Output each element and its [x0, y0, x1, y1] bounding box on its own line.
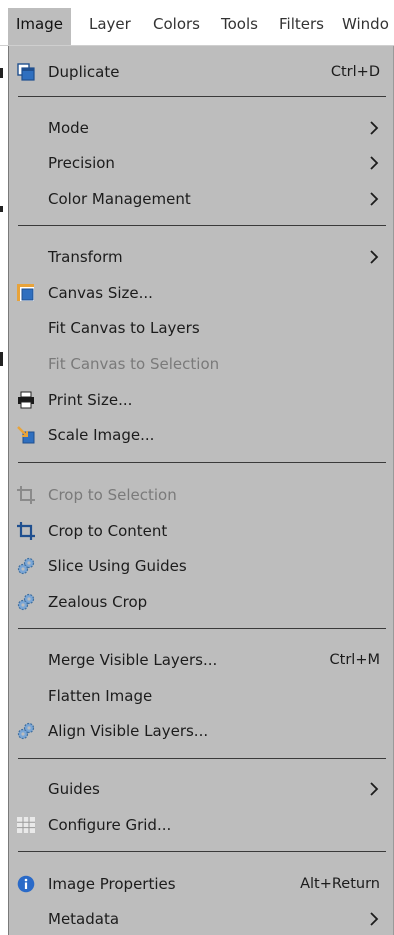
chevron-right-icon: [370, 156, 379, 170]
grid-icon: [17, 817, 35, 833]
menu-tools[interactable]: Tools: [221, 14, 258, 34]
menu-item-flatten[interactable]: Flatten Image: [9, 678, 394, 714]
menu-separator: [18, 96, 386, 97]
menu-item-label: Zealous Crop: [48, 593, 148, 611]
menu-item-canvas-size[interactable]: Canvas Size...: [9, 275, 394, 311]
menu-item-label: Color Management: [48, 190, 191, 208]
menu-item-slice-guides[interactable]: Slice Using Guides: [9, 548, 394, 584]
menu-item-merge-visible[interactable]: Merge Visible Layers... Ctrl+M: [9, 642, 394, 678]
menu-separator: [18, 628, 386, 629]
menu-item-label: Slice Using Guides: [48, 557, 187, 575]
menu-item-label: Crop to Content: [48, 522, 168, 540]
shortcut-label: Ctrl+M: [329, 652, 380, 668]
chevron-right-icon: [370, 250, 379, 264]
menu-item-crop-content[interactable]: Crop to Content: [9, 513, 394, 549]
menu-item-label: Mode: [48, 119, 89, 137]
chevron-right-icon: [370, 192, 379, 206]
menu-item-duplicate[interactable]: Duplicate Ctrl+D: [9, 54, 394, 90]
menubar: Image Layer Colors Tools Filters Windo: [0, 0, 394, 46]
menu-item-zealous-crop[interactable]: Zealous Crop: [9, 584, 394, 620]
image-menu-dropdown: Duplicate Ctrl+D Mode Precision Color Ma…: [8, 46, 394, 935]
menu-item-label: Configure Grid...: [48, 816, 172, 834]
menu-item-label: Metadata: [48, 910, 120, 928]
menu-separator: [18, 851, 386, 852]
menu-layer[interactable]: Layer: [89, 14, 131, 34]
menu-item-align-visible[interactable]: Align Visible Layers...: [9, 713, 394, 749]
menu-item-label: Duplicate: [48, 63, 120, 81]
menu-windows[interactable]: Windo: [342, 14, 389, 34]
menu-item-precision[interactable]: Precision: [9, 145, 394, 181]
menu-item-label: Canvas Size...: [48, 284, 153, 302]
duplicate-icon: [17, 63, 35, 81]
menu-item-fit-canvas-selection: Fit Canvas to Selection: [9, 346, 394, 382]
gears-icon: [17, 557, 35, 575]
chevron-right-icon: [370, 121, 379, 135]
menu-item-metadata[interactable]: Metadata: [9, 901, 394, 935]
chevron-right-icon: [370, 912, 379, 926]
menu-item-scale-image[interactable]: Scale Image...: [9, 417, 394, 453]
menu-separator: [18, 462, 386, 463]
menu-item-image-properties[interactable]: Image Properties Alt+Return: [9, 866, 394, 902]
edge-mark: [0, 352, 3, 366]
scale-image-icon: [17, 426, 35, 444]
menu-item-label: Transform: [48, 248, 123, 266]
menu-item-mode[interactable]: Mode: [9, 110, 394, 146]
menu-separator: [18, 225, 386, 226]
gears-icon: [17, 593, 35, 611]
menu-item-fit-canvas-layers[interactable]: Fit Canvas to Layers: [9, 310, 394, 346]
menu-item-label: Flatten Image: [48, 687, 153, 705]
menu-item-label: Merge Visible Layers...: [48, 651, 218, 669]
menu-item-label: Print Size...: [48, 391, 133, 409]
menu-item-transform[interactable]: Transform: [9, 239, 394, 275]
edge-mark: [0, 206, 3, 212]
menu-item-crop-selection: Crop to Selection: [9, 477, 394, 513]
menu-item-label: Scale Image...: [48, 426, 155, 444]
menu-item-configure-grid[interactable]: Configure Grid...: [9, 807, 394, 843]
gears-icon: [17, 722, 35, 740]
menu-colors[interactable]: Colors: [153, 14, 200, 34]
printer-icon: [18, 391, 34, 409]
menu-item-label: Align Visible Layers...: [48, 722, 209, 740]
menu-item-guides[interactable]: Guides: [9, 771, 394, 807]
menu-item-label: Guides: [48, 780, 100, 798]
menu-filters[interactable]: Filters: [279, 14, 324, 34]
menu-item-label: Precision: [48, 154, 115, 172]
chevron-right-icon: [370, 782, 379, 796]
menu-item-label: Crop to Selection: [48, 486, 177, 504]
menu-image[interactable]: Image: [8, 8, 71, 45]
shortcut-label: Ctrl+D: [330, 64, 380, 80]
menu-item-color-management[interactable]: Color Management: [9, 181, 394, 217]
edge-mark: [0, 68, 3, 78]
menu-item-print-size[interactable]: Print Size...: [9, 382, 394, 418]
crop-icon: [17, 486, 35, 504]
menu-separator: [18, 758, 386, 759]
info-icon: [17, 875, 35, 893]
menu-item-label: Image Properties: [48, 875, 176, 893]
shortcut-label: Alt+Return: [300, 876, 380, 892]
canvas-size-icon: [17, 284, 34, 301]
menu-item-label: Fit Canvas to Layers: [48, 319, 200, 337]
menu-item-label: Fit Canvas to Selection: [48, 355, 220, 373]
crop-icon: [17, 522, 35, 540]
window-edge: [0, 46, 8, 935]
